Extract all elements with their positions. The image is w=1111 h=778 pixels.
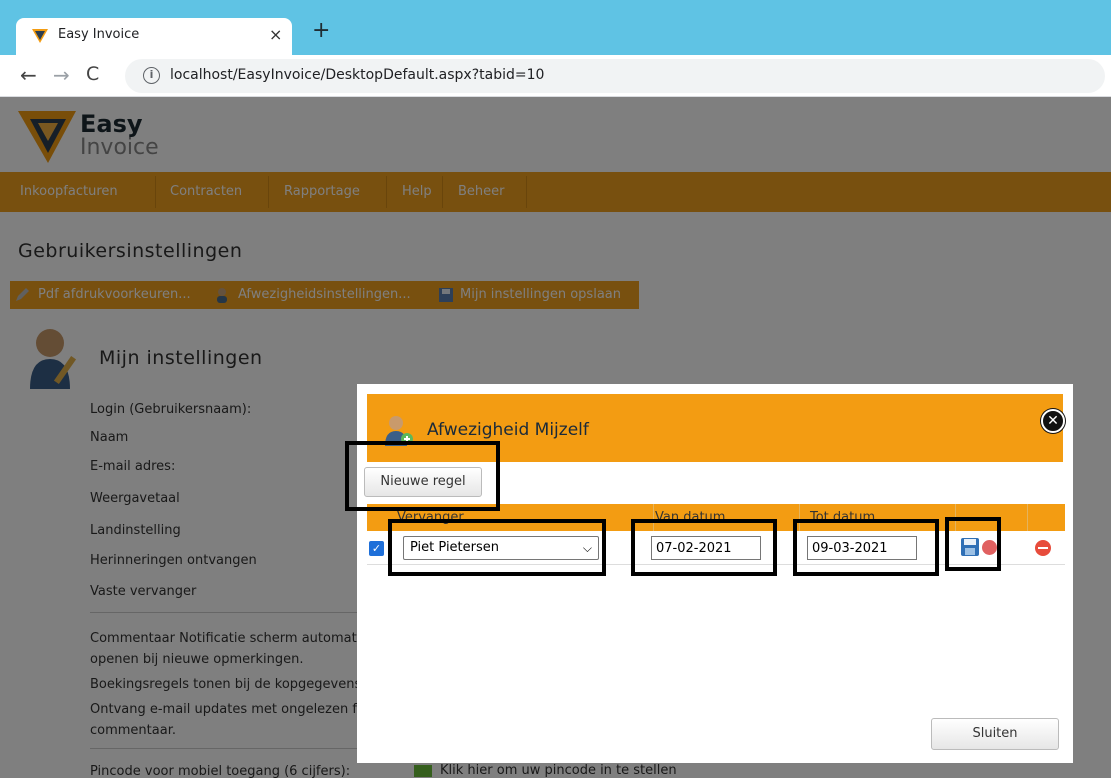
highlight-save [945,517,1001,571]
close-button[interactable]: Sluiten [931,718,1059,750]
url-field[interactable]: i localhost/EasyInvoice/DesktopDefault.a… [125,59,1105,93]
delete-icon[interactable] [1035,540,1051,556]
highlight-substitute [388,519,606,576]
address-bar: ← → C i localhost/EasyInvoice/DesktopDef… [0,55,1111,97]
dialog-title: Afwezigheid Mijzelf [427,420,589,440]
reload-icon[interactable]: C [86,63,99,85]
new-tab-icon[interactable]: + [312,20,330,42]
info-icon[interactable]: i [143,67,160,84]
browser-tab[interactable]: Easy Invoice × [16,18,292,55]
close-icon[interactable]: ✕ [1041,409,1065,433]
column-separator [1027,504,1028,531]
row-checkbox[interactable]: ✓ [369,541,384,556]
forward-arrow-icon[interactable]: → [53,63,70,87]
tab-title: Easy Invoice [58,27,140,42]
highlight-from-date [631,519,777,576]
highlight-to-date [793,519,939,576]
url-text[interactable]: localhost/EasyInvoice/DesktopDefault.asp… [170,67,544,83]
highlight-new-row [345,441,500,511]
browser-tab-strip: Easy Invoice × + [0,0,1111,55]
easy-invoice-favicon-icon [32,29,48,43]
tab-close-icon[interactable]: × [269,25,282,44]
back-arrow-icon[interactable]: ← [20,63,37,87]
